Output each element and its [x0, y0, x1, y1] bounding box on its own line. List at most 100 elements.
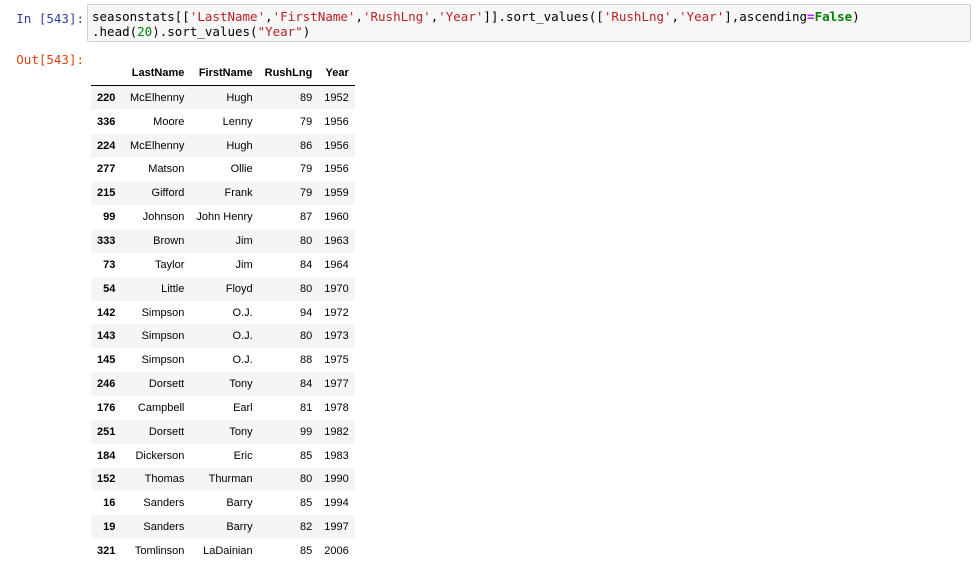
- row-index: 19: [103, 521, 116, 534]
- table-row: 246 Dorsett Tony 84 1977: [91, 372, 355, 396]
- cell-rushlng: 99: [300, 425, 313, 438]
- table-row: 54 Little Floyd 80 1970: [91, 276, 355, 301]
- cell-firstname: Jim: [235, 234, 253, 247]
- row-index: 336: [97, 115, 116, 128]
- cell-rushlng: 80: [300, 282, 313, 295]
- cell-rushlng: 79: [300, 115, 313, 128]
- cell-lastname: Dorsett: [148, 425, 185, 438]
- cell-rushlng: 80: [300, 330, 313, 343]
- cell-lastname: Sanders: [143, 497, 185, 510]
- column-header-firstname: FirstName: [190, 60, 259, 86]
- table-row: 251 Dorsett Tony 99 1982: [91, 419, 355, 444]
- cell-rushlng: 84: [300, 378, 313, 391]
- cell-lastname: Little: [161, 282, 185, 295]
- table-row: 16 Sanders Barry 85 1994: [91, 491, 355, 515]
- row-index: 220: [97, 91, 116, 104]
- cell-year: 1960: [324, 211, 349, 224]
- cell-firstname: Earl: [233, 401, 253, 414]
- cell-firstname: Ollie: [230, 163, 253, 176]
- output-prompt: Out[543]:: [16, 52, 84, 67]
- row-index: 73: [103, 258, 116, 271]
- cell-lastname: McElhenny: [129, 139, 185, 152]
- row-index: 277: [97, 163, 116, 176]
- table-header: LastName FirstName RushLng Year: [91, 60, 355, 86]
- cell-lastname: Gifford: [151, 187, 185, 200]
- cell-year: 1973: [324, 330, 349, 343]
- code-line-1: seasonstats[['LastName','FirstName','Rus…: [92, 9, 860, 24]
- cell-year: 1975: [324, 354, 349, 367]
- cell-lastname: McElhenny: [129, 91, 185, 104]
- table-row: 73 Taylor Jim 84 1964: [91, 253, 355, 277]
- code-input-cell[interactable]: seasonstats[['LastName','FirstName','Rus…: [87, 4, 971, 42]
- cell-lastname: Simpson: [141, 306, 185, 319]
- cell-year: 1990: [324, 473, 349, 486]
- cell-lastname: Tomlinson: [134, 544, 185, 557]
- row-index: 333: [97, 234, 116, 247]
- cell-year: 1977: [324, 378, 349, 391]
- table-row: 277 Matson Ollie 79 1956: [91, 158, 355, 182]
- row-index: 176: [97, 401, 116, 414]
- table-row: 184 Dickerson Eric 85 1983: [91, 444, 355, 468]
- row-index: 142: [97, 306, 116, 319]
- cell-year: 1952: [324, 91, 349, 104]
- cell-rushlng: 80: [300, 234, 313, 247]
- cell-rushlng: 85: [300, 449, 313, 462]
- table-row: 152 Thomas Thurman 80 1990: [91, 467, 355, 492]
- code-line-2: .head(20).sort_values("Year"): [92, 24, 311, 39]
- cell-firstname: Eric: [233, 449, 253, 462]
- cell-rushlng: 79: [300, 163, 313, 176]
- cell-lastname: Dorsett: [148, 378, 185, 391]
- cell-year: 1970: [324, 282, 349, 295]
- cell-year: 1956: [324, 139, 349, 152]
- table-body: 220 McElhenny Hugh 89 1952 336 Moore Len…: [91, 85, 355, 563]
- row-index: 251: [97, 425, 116, 438]
- cell-rushlng: 85: [300, 497, 313, 510]
- table-row: 224 McElhenny Hugh 86 1956: [91, 133, 355, 158]
- row-index: 224: [97, 139, 116, 152]
- table-row: 333 Brown Jim 80 1963: [91, 229, 355, 253]
- column-header-lastname: LastName: [121, 60, 191, 86]
- cell-year: 1997: [324, 521, 349, 534]
- cell-lastname: Sanders: [143, 521, 185, 534]
- cell-rushlng: 85: [300, 544, 313, 557]
- table-row: 176 Campbell Earl 81 1978: [91, 396, 355, 420]
- table-row: 99 Johnson John Henry 87 1960: [91, 205, 355, 229]
- table-row: 143 Simpson O.J. 80 1973: [91, 324, 355, 349]
- cell-firstname: Jim: [235, 258, 253, 271]
- cell-firstname: Tony: [229, 378, 253, 391]
- cell-firstname: Lenny: [222, 115, 253, 128]
- header-row: LastName FirstName RushLng Year: [91, 60, 355, 86]
- cell-year: 1964: [324, 258, 349, 271]
- table-row: 145 Simpson O.J. 88 1975: [91, 348, 355, 372]
- cell-year: 2006: [324, 544, 349, 557]
- cell-year: 1963: [324, 234, 349, 247]
- cell-rushlng: 89: [300, 91, 313, 104]
- row-index: 246: [97, 378, 116, 391]
- cell-firstname: Tony: [229, 425, 253, 438]
- cell-firstname: Barry: [226, 521, 253, 534]
- table-row: 19 Sanders Barry 82 1997: [91, 515, 355, 540]
- row-index: 215: [97, 187, 116, 200]
- index-header: [91, 60, 122, 86]
- cell-rushlng: 84: [300, 258, 313, 271]
- row-index: 99: [103, 211, 116, 224]
- cell-firstname: Barry: [226, 497, 253, 510]
- cell-rushlng: 79: [300, 187, 313, 200]
- cell-rushlng: 81: [300, 401, 313, 414]
- cell-year: 1972: [324, 306, 349, 319]
- cell-firstname: O.J.: [232, 354, 253, 367]
- cell-lastname: Simpson: [141, 354, 185, 367]
- cell-rushlng: 88: [300, 354, 313, 367]
- table-row: 220 McElhenny Hugh 89 1952: [91, 85, 355, 110]
- cell-firstname: Hugh: [226, 91, 253, 104]
- row-index: 54: [103, 282, 116, 295]
- cell-rushlng: 94: [300, 306, 313, 319]
- table-row: 321 Tomlinson LaDainian 85 2006: [91, 539, 355, 563]
- cell-firstname: Floyd: [225, 282, 253, 295]
- cell-rushlng: 82: [300, 521, 313, 534]
- cell-firstname: Frank: [224, 187, 253, 200]
- dataframe-table: LastName FirstName RushLng Year 220 McEl…: [91, 60, 355, 563]
- row-index: 145: [97, 354, 116, 367]
- cell-rushlng: 86: [300, 139, 313, 152]
- cell-lastname: Thomas: [144, 473, 185, 486]
